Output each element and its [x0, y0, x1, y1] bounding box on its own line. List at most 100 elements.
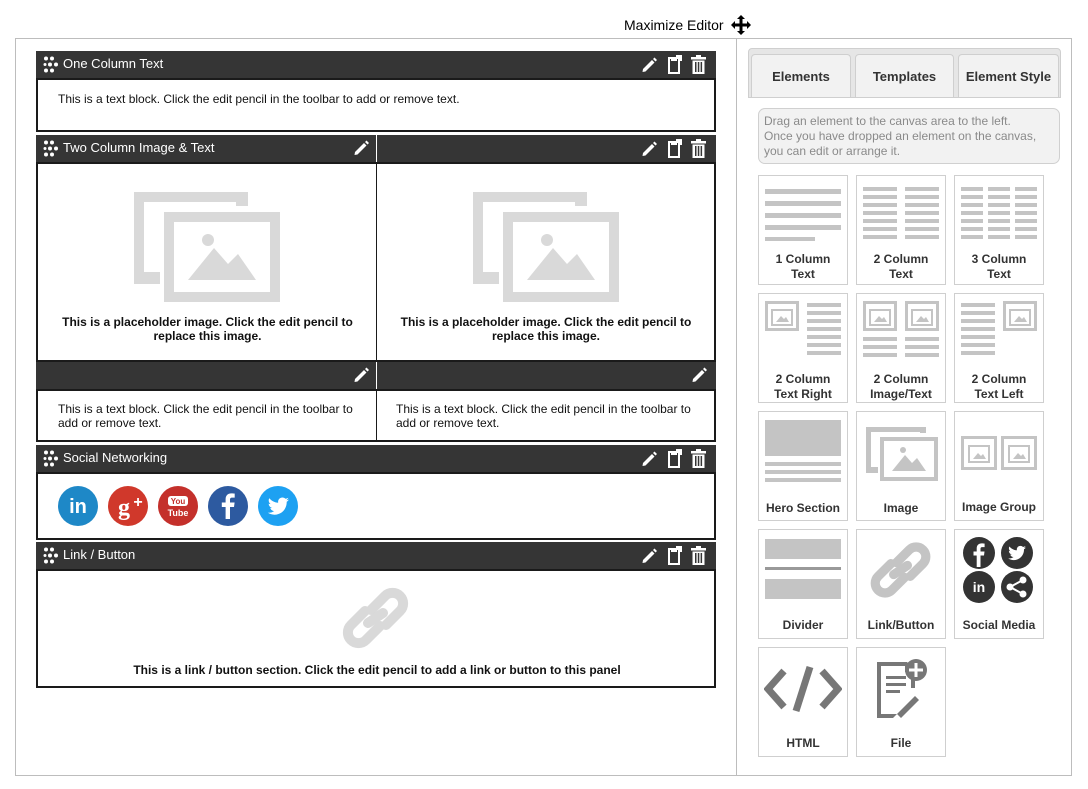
copy-icon[interactable]: [665, 55, 683, 75]
element-2-column-text-left[interactable]: 2 Column Text Left: [954, 293, 1044, 403]
text-cell-line2: add or remove text.: [58, 416, 162, 430]
placeholder-caption-line1: This is a placeholder image. Click the e…: [62, 315, 353, 329]
tab-element-style-label: Element Style: [965, 69, 1052, 84]
panel-instructions: Drag an element to the canvas area to th…: [758, 108, 1060, 164]
tile-label-line2: Text Right: [774, 387, 832, 401]
element-2-column-text[interactable]: 2 Column Text: [856, 175, 946, 285]
hint-line-1: Drag an element to the canvas area to th…: [764, 114, 1011, 128]
two-column-toolbar-left[interactable]: Two Column Image & Text: [36, 135, 376, 162]
svg-text:+: +: [133, 494, 142, 511]
social-toolbar[interactable]: Social Networking: [36, 445, 716, 472]
text-cell-line1: This is a text block. Click the edit pen…: [58, 402, 353, 416]
trash-icon[interactable]: [690, 139, 707, 159]
edit-pencil-icon[interactable]: [640, 547, 658, 565]
text-cell-line1: This is a text block. Click the edit pen…: [396, 402, 691, 416]
element-image-group[interactable]: Image Group: [954, 411, 1044, 521]
two-column-toolbar-right[interactable]: [377, 135, 716, 162]
edit-pencil-icon[interactable]: [352, 139, 370, 157]
element-image[interactable]: Image: [856, 411, 946, 521]
facebook-icon[interactable]: [208, 486, 248, 526]
svg-text:You: You: [171, 497, 186, 506]
two-column-image-text-icon: [857, 294, 945, 368]
placeholder-caption-line2: replace this image.: [153, 329, 262, 343]
drag-handle-icon[interactable]: [43, 547, 59, 564]
tile-label: Image Group: [961, 500, 1036, 514]
placeholder-image-left[interactable]: This is a placeholder image. Click the e…: [36, 162, 377, 362]
edit-pencil-icon[interactable]: [690, 366, 708, 384]
tile-label-line1: 2 Column: [775, 372, 831, 386]
element-2-column-image-text[interactable]: 2 Column Image/Text: [856, 293, 946, 403]
two-column-text-icon: [857, 176, 945, 250]
copy-icon[interactable]: [665, 449, 683, 469]
copy-icon[interactable]: [665, 546, 683, 566]
element-hero-section[interactable]: Hero Section: [758, 411, 848, 521]
element-2-column-text-right[interactable]: 2 Column Text Right: [758, 293, 848, 403]
text-cell-left[interactable]: This is a text block. Click the edit pen…: [36, 389, 377, 442]
one-column-toolbar[interactable]: One Column Text: [36, 51, 716, 78]
placeholder-caption-line2: replace this image.: [491, 329, 601, 343]
one-column-text-icon: [759, 176, 847, 250]
two-column-text-right-icon: [759, 294, 847, 368]
tab-elements[interactable]: Elements: [751, 54, 851, 98]
text-cell-toolbar-right[interactable]: [377, 362, 716, 389]
tile-label-line1: 2 Column: [971, 372, 1027, 386]
link-button-icon: [857, 530, 945, 610]
hero-section-icon: [759, 412, 847, 494]
social-icons-block[interactable]: in g + You Tube: [36, 472, 716, 540]
image-icon: [857, 412, 945, 494]
tile-label-line2: Text: [987, 267, 1011, 281]
drag-handle-icon[interactable]: [43, 56, 59, 73]
link-chain-icon: [340, 585, 412, 651]
tab-element-style[interactable]: Element Style: [958, 54, 1059, 98]
twitter-icon[interactable]: [258, 486, 298, 526]
tile-label-line1: 2 Column: [873, 252, 929, 266]
link-button-caption: This is a link / button section. Click t…: [133, 663, 621, 677]
tile-label-line1: 1 Column: [775, 252, 831, 266]
copy-icon[interactable]: [665, 139, 683, 159]
trash-icon[interactable]: [690, 449, 707, 469]
maximize-editor-label: Maximize Editor: [624, 17, 724, 33]
tab-templates[interactable]: Templates: [855, 54, 954, 98]
tile-label: Hero Section: [765, 501, 840, 515]
tile-label-line2: Text: [889, 267, 913, 281]
text-cell-right[interactable]: This is a text block. Click the edit pen…: [376, 389, 716, 442]
element-divider[interactable]: Divider: [758, 529, 848, 639]
element-3-column-text[interactable]: 3 Column Text: [954, 175, 1044, 285]
text-block-content: This is a text block. Click the edit pen…: [58, 92, 460, 106]
element-file[interactable]: File: [856, 647, 946, 757]
placeholder-image-icon: [130, 188, 282, 304]
placeholder-image-icon: [469, 188, 621, 304]
drag-handle-icon[interactable]: [43, 140, 59, 157]
link-button-toolbar[interactable]: Link / Button: [36, 542, 716, 569]
tab-templates-label: Templates: [872, 69, 937, 84]
element-link-button[interactable]: Link/Button: [856, 529, 946, 639]
google-plus-icon[interactable]: g +: [108, 486, 148, 526]
tile-label-line1: 3 Column: [971, 252, 1027, 266]
edit-pencil-icon[interactable]: [640, 56, 658, 74]
link-button-block[interactable]: This is a link / button section. Click t…: [36, 569, 716, 688]
maximize-editor-link[interactable]: Maximize Editor: [624, 14, 752, 36]
svg-text:Tube: Tube: [168, 508, 189, 518]
element-html[interactable]: HTML: [758, 647, 848, 757]
block-title: Link / Button: [63, 547, 136, 562]
edit-pencil-icon[interactable]: [640, 140, 658, 158]
element-social-media[interactable]: in Social Media: [954, 529, 1044, 639]
html-code-icon: [759, 648, 847, 730]
tile-label-line1: 2 Column: [873, 372, 929, 386]
move-arrows-icon: [730, 14, 752, 36]
text-cell-toolbar-left[interactable]: [36, 362, 376, 389]
trash-icon[interactable]: [690, 55, 707, 75]
tile-label: HTML: [786, 736, 820, 750]
youtube-icon[interactable]: You Tube: [158, 486, 198, 526]
block-title: One Column Text: [63, 56, 164, 71]
element-1-column-text[interactable]: 1 Column Text: [758, 175, 848, 285]
edit-pencil-icon[interactable]: [352, 366, 370, 384]
edit-pencil-icon[interactable]: [640, 450, 658, 468]
drag-handle-icon[interactable]: [43, 450, 59, 467]
linkedin-icon[interactable]: in: [58, 486, 98, 526]
divider-icon: [759, 530, 847, 610]
one-column-text-block[interactable]: This is a text block. Click the edit pen…: [36, 78, 716, 132]
placeholder-image-right[interactable]: This is a placeholder image. Click the e…: [376, 162, 716, 362]
tile-label: Divider: [782, 618, 824, 632]
trash-icon[interactable]: [690, 546, 707, 566]
